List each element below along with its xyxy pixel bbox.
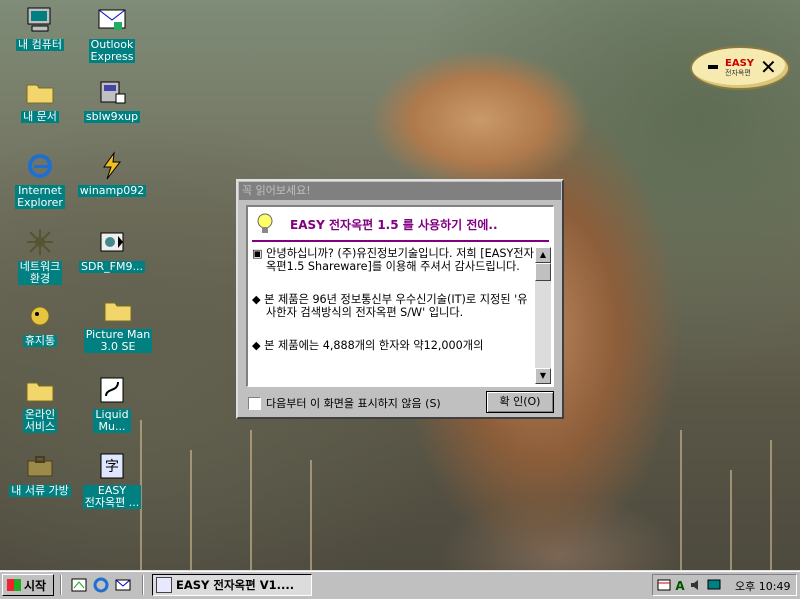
desktop-icon-label: 내 컴퓨터 — [16, 38, 64, 51]
paragraph-greeting: ▣ 안녕하십니까? (주)유진정보기술입니다. 저희 [EASY전자옥편1.5 … — [252, 247, 534, 273]
briefcase-icon — [24, 450, 56, 482]
lightbulb-icon — [254, 212, 276, 236]
heading-divider — [252, 240, 549, 242]
internet-explorer-icon — [24, 150, 56, 182]
start-button[interactable]: 시작 — [2, 574, 54, 596]
grass-stalk — [680, 430, 682, 570]
desktop-icon-label: 네트워크 환경 — [17, 260, 63, 285]
desktop-icon-online-services[interactable]: 온라인 서비스 — [0, 374, 80, 433]
easy-dictionary-icon: 字 — [96, 450, 128, 482]
desktop-icon-label: Picture Man 3.0 SE — [83, 328, 153, 353]
network-icon — [24, 226, 56, 258]
grass-stalk — [250, 430, 252, 570]
desktop-icon-my-documents[interactable]: 내 문서 — [0, 76, 80, 123]
taskbar-divider — [142, 575, 144, 595]
grass-stalk — [190, 450, 192, 570]
svg-text:字: 字 — [105, 459, 119, 475]
desktop-icon-label: 온라인 서비스 — [22, 408, 58, 433]
dialog-heading: EASY 전자옥편 1.5 를 사용하기 전에.. — [290, 218, 498, 232]
scroll-thumb[interactable] — [535, 263, 551, 281]
desktop-icon-label: Internet Explorer — [15, 184, 65, 209]
installer-icon — [96, 76, 128, 108]
dialog-content-panel: EASY 전자옥편 1.5 를 사용하기 전에.. ▣ 안녕하십니까? (주)유… — [246, 205, 554, 387]
outlook-express-icon — [96, 4, 128, 36]
desktop-icon-label: winamp092 — [77, 184, 147, 197]
welcome-dialog: 꼭 읽어보세요! EASY 전자옥편 1.5 를 사용하기 전에.. ▣ 안녕하… — [236, 179, 564, 419]
computer-icon — [24, 4, 56, 36]
taskbar-divider — [60, 575, 62, 595]
paragraph-contents: ◆ 본 제품에는 4,888개의 한자와 약12,000개의 — [252, 339, 484, 352]
folder-icon — [102, 294, 134, 326]
desktop-icon-internet-explorer[interactable]: Internet Explorer — [0, 150, 80, 209]
windows-flag-icon — [7, 579, 21, 591]
desktop-icon-briefcase[interactable]: 내 서류 가방 — [0, 450, 80, 497]
grass-stalk — [730, 470, 732, 570]
media-file-icon — [96, 226, 128, 258]
clock[interactable]: 오후 10:49 — [735, 578, 790, 594]
start-label: 시작 — [24, 578, 47, 593]
desktop-icon-label: Liquid Mu... — [93, 408, 131, 433]
show-desktop-icon[interactable] — [70, 576, 88, 594]
vertical-scrollbar[interactable]: ▲ ▼ — [535, 247, 551, 384]
easy-floating-widget[interactable]: EASY 전자옥편 ✕ — [690, 46, 790, 90]
desktop-icon-network[interactable]: 네트워크 환경 — [0, 226, 80, 285]
desktop-icon-winamp[interactable]: winamp092 — [72, 150, 152, 197]
svg-text:A: A — [675, 579, 685, 592]
desktop-icon-picture-man[interactable]: Picture Man 3.0 SE — [78, 294, 158, 353]
dialog-title: 꼭 읽어보세요! — [239, 182, 561, 200]
desktop-icon-my-computer[interactable]: 내 컴퓨터 — [0, 4, 80, 51]
desktop-icon-label: Outlook Express — [88, 38, 136, 63]
dialog-heading-area: EASY 전자옥편 1.5 를 사용하기 전에.. — [248, 207, 553, 242]
taskbar-window-button[interactable]: EASY 전자옥편 V1.... — [152, 574, 312, 596]
desktop-icon-recycle-bin[interactable]: 휴지통 — [0, 300, 80, 347]
checkbox-label: 다음부터 이 화면을 표시하지 않음 (S) — [266, 397, 441, 410]
taskbar-window-label: EASY 전자옥편 V1.... — [176, 578, 295, 592]
desktop-icon-label: 내 서류 가방 — [9, 484, 71, 497]
desktop-icon-easy-dictionary[interactable]: 字 EASY 전자옥편 ... — [72, 450, 152, 509]
folder-icon — [24, 76, 56, 108]
desktop-icon-outlook-express[interactable]: Outlook Express — [72, 4, 152, 63]
volume-tray-icon[interactable] — [689, 578, 703, 592]
input-method-tray-icon[interactable]: A — [673, 578, 687, 593]
desktop-icon-label: 휴지통 — [22, 334, 58, 347]
desktop-icon-sdr-fm9[interactable]: SDR_FM9... — [72, 226, 152, 273]
desktop-icon-label: sblw9xup — [83, 110, 141, 123]
desktop-icon-liquid-music[interactable]: Liquid Mu... — [72, 374, 152, 433]
internet-explorer-quicklaunch-icon[interactable] — [92, 576, 110, 594]
dialog-body-text: ▣ 안녕하십니까? (주)유진정보기술입니다. 저희 [EASY전자옥편1.5 … — [252, 247, 534, 383]
desktop-icon-label: 내 문서 — [21, 110, 59, 123]
recycle-bin-icon — [24, 300, 56, 332]
taskbar: 시작 EASY 전자옥편 V1.... A 오후 10:49 — [0, 570, 800, 599]
grass-stalk — [310, 460, 312, 570]
desktop-icon-label: EASY 전자옥편 ... — [82, 484, 142, 509]
outlook-express-quicklaunch-icon[interactable] — [114, 576, 132, 594]
checkbox-box[interactable] — [248, 396, 261, 410]
ok-button[interactable]: 확 인(O) — [486, 391, 554, 413]
desktop-icon-label: SDR_FM9... — [79, 260, 145, 273]
winamp-icon — [96, 150, 128, 182]
system-tray: A 오후 10:49 — [652, 574, 797, 596]
liquid-music-icon — [96, 374, 128, 406]
display-tray-icon[interactable] — [707, 578, 721, 592]
close-icon[interactable]: ✕ — [760, 55, 777, 79]
grass-stalk — [770, 440, 772, 570]
dont-show-again-checkbox[interactable]: 다음부터 이 화면을 표시하지 않음 (S) — [248, 395, 441, 411]
easy-logo-subtitle: 전자옥편 — [725, 69, 751, 77]
scroll-down-icon[interactable]: ▼ — [535, 368, 551, 384]
scheduler-tray-icon[interactable] — [657, 578, 671, 592]
paragraph-certification: ◆ 본 제품은 96년 정보통신부 우수신기술(IT)로 지정된 '유사한자 검… — [252, 293, 528, 319]
easy-window-icon — [156, 577, 172, 593]
folder-icon — [24, 374, 56, 406]
minimize-icon[interactable] — [708, 65, 718, 69]
desktop-icon-sblw9xup[interactable]: sblw9xup — [72, 76, 152, 123]
scroll-up-icon[interactable]: ▲ — [535, 247, 551, 263]
